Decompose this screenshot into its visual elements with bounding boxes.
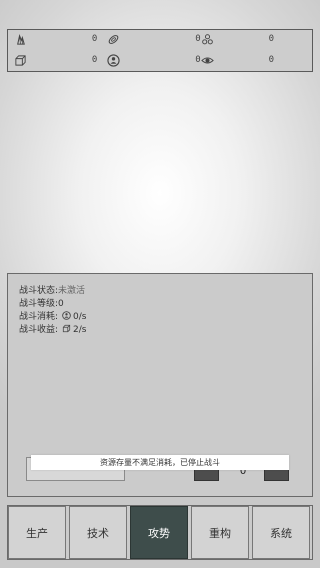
tab-technology[interactable]: 技术 <box>69 506 127 559</box>
cube-icon <box>15 54 26 66</box>
battle-gain-value: 2/s <box>73 325 87 335</box>
tab-production[interactable]: 生产 <box>8 506 66 559</box>
resource-cube: 0 <box>8 51 109 72</box>
crystal-icon <box>17 34 25 45</box>
battle-status: 战斗状态:未激活 <box>19 283 85 296</box>
battle-level-value: 0 <box>58 299 64 309</box>
worker-icon <box>62 311 71 320</box>
resource-value: 0 <box>268 54 274 65</box>
resource-value: 0 <box>268 34 274 44</box>
resource-eye: 0 <box>200 51 312 72</box>
resource-crystal: 0 <box>8 30 109 51</box>
resource-panel: 0 0 0 0 0 0 <box>7 29 313 72</box>
resource-ring: 0 <box>109 30 210 51</box>
eye-icon <box>200 56 214 64</box>
battle-status-label: 战斗状态: <box>19 286 59 296</box>
resource-worker: 0 <box>107 51 210 72</box>
tab-bar: 生产 技术 攻势 重构 系统 <box>7 505 313 560</box>
battle-level: 战斗等级:0 <box>19 296 64 309</box>
cube-icon <box>62 324 71 333</box>
resource-value: 0 <box>91 34 98 44</box>
battle-gain: 战斗收益: 2/s <box>19 322 87 335</box>
battle-cost-value: 0/s <box>73 312 87 322</box>
resource-atom: 0 <box>201 30 312 51</box>
battle-level-label: 战斗等级: <box>19 299 59 309</box>
tab-rebuild[interactable]: 重构 <box>191 506 249 559</box>
resource-value: 0 <box>91 54 98 65</box>
toast-message: 资源存量不满足消耗，已停止战斗 <box>31 455 289 470</box>
ring-icon <box>109 35 119 44</box>
battle-cost-label: 战斗消耗: <box>19 312 59 322</box>
battle-gain-label: 战斗收益: <box>19 325 59 335</box>
battle-cost: 战斗消耗: 0/s <box>19 309 87 322</box>
battle-status-value: 未激活 <box>58 286 86 296</box>
worker-icon <box>107 53 120 67</box>
tab-offensive[interactable]: 攻势 <box>130 506 188 559</box>
atom-icon <box>201 34 213 45</box>
tab-system[interactable]: 系统 <box>252 506 310 559</box>
